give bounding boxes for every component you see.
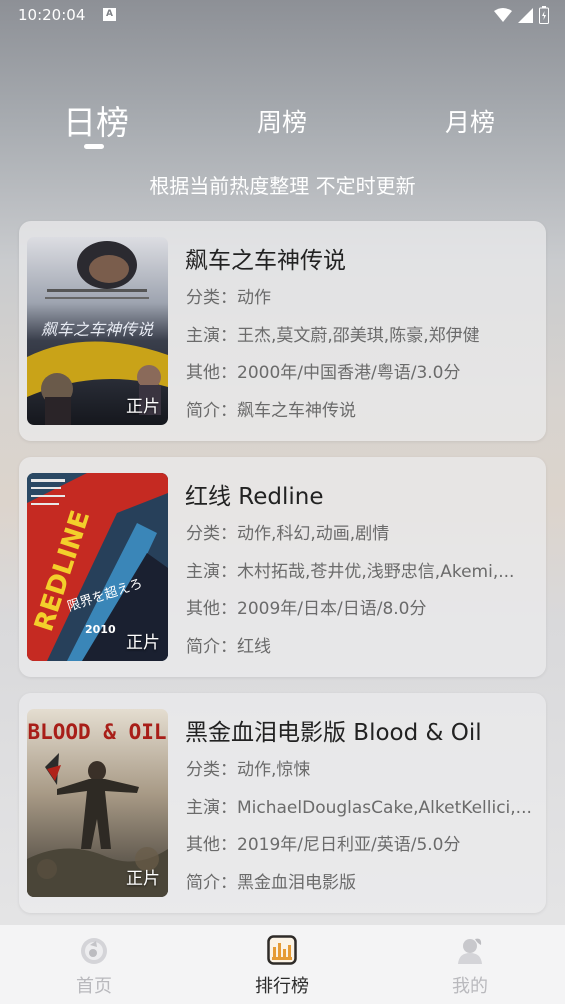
tab-monthly[interactable]: 月榜 [434,103,506,139]
video-type-badge: 正片 [126,633,160,653]
nav-label-home: 首页 [76,976,112,997]
movie-card[interactable]: BLOOD & OIL 正片 黑金血泪电影版 Blood & Oil 分类：动作… [19,693,546,913]
movie-genre: 分类：动作,惊悚 [186,760,311,780]
movie-intro: 简介：飙车之车神传说 [186,401,356,421]
poster-year-text: 2010 [85,623,116,636]
notification-icon: A [103,8,116,21]
ranking-icon [267,935,297,965]
movie-poster: BLOOD & OIL 正片 [27,709,168,897]
movie-genre: 分类：动作,科幻,动画,剧情 [186,524,390,544]
profile-icon [458,938,482,964]
tab-daily[interactable]: 日榜 [60,96,132,144]
movie-poster: REDLINE 限界を超えろ 2010 正片 [27,473,168,661]
video-type-badge: 正片 [126,869,160,889]
tab-weekly[interactable]: 周榜 [246,103,318,139]
movie-title: 黑金血泪电影版 Blood & Oil [185,720,482,746]
bottom-nav: 首页 排行榜 我的 [0,925,565,1004]
movie-title: 红线 Redline [185,484,324,510]
poster-title-text: BLOOD & OIL [27,720,166,744]
movie-card[interactable]: REDLINE 限界を超えろ 2010 正片 红线 Redline 分类：动作,… [19,457,546,677]
movie-other: 其他：2009年/日本/日语/8.0分 [186,599,427,619]
status-time: 10:20:04 [18,6,86,24]
movie-cast: 主演：MichaelDouglasCake,AlketKellici,... [186,798,532,818]
movie-other: 其他：2000年/中国香港/粤语/3.0分 [186,363,461,383]
home-icon [81,938,107,964]
movie-poster: 飙车之车神传说 正片 [27,237,168,425]
movie-genre: 分类：动作 [186,288,271,308]
wifi-icon [494,7,512,22]
nav-label-ranking: 排行榜 [255,976,309,997]
video-type-badge: 正片 [126,397,160,417]
nav-ranking[interactable]: 排行榜 [222,925,342,1004]
status-icons [494,6,549,24]
movie-other: 其他：2019年/尼日利亚/英语/5.0分 [186,835,461,855]
movie-intro: 简介：黑金血泪电影版 [186,873,356,893]
status-bar: 10:20:04 A [0,0,565,32]
poster-title-text: 飙车之车神传说 [41,320,154,339]
tab-indicator [84,144,104,149]
movie-cast: 主演：王杰,莫文蔚,邵美琪,陈豪,郑伊健 [186,326,480,346]
nav-profile[interactable]: 我的 [410,925,530,1004]
movie-title: 飙车之车神传说 [185,248,346,274]
signal-icon [518,7,533,23]
movie-cast: 主演：木村拓哉,苍井优,浅野忠信,Akemi,... [186,562,515,582]
movie-intro: 简介：红线 [186,637,271,657]
nav-label-profile: 我的 [452,976,488,997]
battery-icon [539,6,549,24]
movie-card[interactable]: 飙车之车神传说 正片 飙车之车神传说 分类：动作 主演：王杰,莫文蔚,邵美琪,陈… [19,221,546,441]
page-subtitle: 根据当前热度整理 不定时更新 [149,174,416,198]
nav-home[interactable]: 首页 [34,925,154,1004]
